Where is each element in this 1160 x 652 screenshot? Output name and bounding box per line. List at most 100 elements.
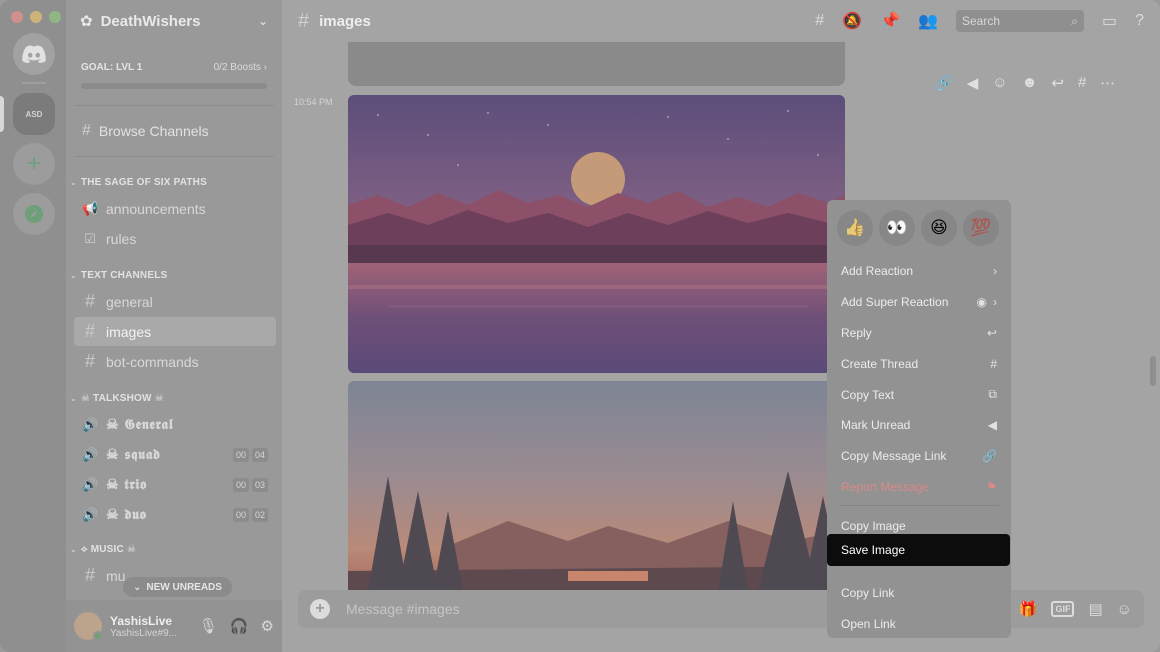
home-button[interactable] <box>13 33 55 75</box>
menu-item-open-link[interactable]: Open Link <box>833 609 1005 640</box>
channel-label: ☠ 𝖉𝖚𝖔 <box>106 506 147 523</box>
main-content: # images # 🔕 📌 👥 Search ⌕ ▭ ? 10:54 PM 🔗… <box>282 0 1160 652</box>
server-rail: ASD + <box>0 0 66 652</box>
voice-channel-general[interactable]: 🔊 ☠ 𝕲𝖊𝖓𝖊𝖗𝖆𝖑 <box>74 410 276 439</box>
boost-goal[interactable]: GOAL: LVL 1 0/2 Boosts › <box>66 42 282 89</box>
flag-icon: ⚑ <box>986 479 997 494</box>
online-status-icon <box>93 631 103 641</box>
server-icon-label: ASD <box>25 109 43 119</box>
voice-channel-trio[interactable]: 🔊 ☠ 𝖙𝖗𝖎𝖔 00 03 <box>74 470 276 499</box>
minimize-window-button[interactable] <box>30 11 42 23</box>
mute-mic-icon[interactable]: 🎙 <box>199 617 218 635</box>
caret-down-icon: ⌄ <box>70 177 77 187</box>
new-unreads-label: NEW UNREADS <box>146 581 222 593</box>
forest-sunset-image <box>348 381 845 591</box>
super-reaction-icon[interactable]: ☻ <box>1022 74 1038 92</box>
new-unreads-button[interactable]: ⌄ NEW UNREADS <box>123 577 232 597</box>
discord-logo-icon <box>22 45 46 63</box>
hash-icon: # <box>84 351 95 371</box>
thread-icon: # <box>990 356 997 371</box>
create-thread-icon[interactable]: # <box>1078 74 1086 92</box>
add-attachment-button[interactable]: + <box>310 599 330 619</box>
image-attachment-mountains[interactable] <box>348 95 845 373</box>
super-reaction-icon: ◉ <box>976 295 987 310</box>
reaction-thumbs-up[interactable]: 👍 <box>837 210 873 246</box>
channel-rules[interactable]: ☑ rules <box>74 224 276 253</box>
menu-item-save-image[interactable]: Save Image <box>827 534 1010 566</box>
gif-button[interactable]: GIF <box>1051 601 1075 617</box>
search-input[interactable]: Search ⌕ <box>955 10 1084 32</box>
link-icon[interactable]: 🔗 <box>934 74 953 92</box>
explore-servers-button[interactable] <box>13 193 55 235</box>
menu-item-copy-message-link[interactable]: Copy Message Link 🔗 <box>833 441 1005 472</box>
category-sage[interactable]: ⌄ THE SAGE OF SIX PATHS <box>66 171 282 193</box>
maximize-window-button[interactable] <box>49 11 61 23</box>
channel-images[interactable]: # images <box>74 317 276 346</box>
menu-item-reply[interactable]: Reply ↩ <box>833 318 1005 349</box>
menu-separator <box>839 505 999 507</box>
search-icon: ⌕ <box>1071 13 1078 28</box>
reply-icon[interactable]: ↩ <box>1051 74 1064 92</box>
user-limit-badge: 00 02 <box>232 507 268 522</box>
category-text-channels[interactable]: ⌄ TEXT CHANNELS <box>66 264 282 286</box>
message-composer[interactable]: + Message #images 🎁 GIF ▤ ☺ <box>298 590 1144 628</box>
gift-icon[interactable]: 🎁 <box>1019 600 1038 618</box>
inbox-icon[interactable]: ▭ <box>1102 11 1117 31</box>
gear-icon[interactable]: ⚙ <box>261 617 274 635</box>
more-options-icon[interactable]: ⋯ <box>1100 74 1115 92</box>
channel-label: announcements <box>106 200 206 217</box>
category-music[interactable]: ⌄ ⟡ MUSIC ☠ <box>66 538 282 560</box>
channel-label: general <box>106 293 153 310</box>
channel-bot-commands[interactable]: # bot-commands <box>74 347 276 376</box>
image-attachment-forest[interactable] <box>348 381 845 591</box>
reaction-eyes[interactable]: 👀 <box>879 210 915 246</box>
menu-item-mark-unread[interactable]: Mark Unread ◀ <box>833 410 1005 441</box>
chevron-down-icon: ⌄ <box>257 14 268 28</box>
user-info[interactable]: YashisLive YashisLive#9... <box>110 614 199 639</box>
help-icon[interactable]: ? <box>1135 12 1144 30</box>
channel-general[interactable]: # general <box>74 287 276 316</box>
category-label: ☠ TALKSHOW ☠ <box>80 392 164 404</box>
quick-reactions: 👍 👀 😆 💯 <box>833 208 1005 256</box>
previous-image-attachment[interactable] <box>348 42 845 86</box>
threads-icon[interactable]: # <box>815 12 824 30</box>
menu-item-add-super-reaction[interactable]: Add Super Reaction ◉ › <box>833 287 1005 318</box>
browse-channels[interactable]: # Browse Channels <box>66 116 282 146</box>
headphones-icon[interactable]: 🎧 <box>230 617 249 635</box>
category-talkshow[interactable]: ⌄ ☠ TALKSHOW ☠ <box>66 387 282 409</box>
menu-item-report-message[interactable]: Report Message ⚑ <box>833 472 1005 503</box>
scrollbar-thumb[interactable] <box>1150 356 1156 386</box>
emoji-icon[interactable]: ☺ <box>1117 601 1132 618</box>
channel-announcements[interactable]: 📢 announcements <box>74 194 276 223</box>
menu-item-copy-text[interactable]: Copy Text ⧉ <box>833 379 1005 410</box>
channel-label: ☠ 𝖙𝖗𝖎𝖔 <box>106 476 147 493</box>
close-window-button[interactable] <box>11 11 23 23</box>
caret-down-icon: ⌄ <box>70 544 77 554</box>
voice-channel-duo[interactable]: 🔊 ☠ 𝖉𝖚𝖔 00 02 <box>74 500 276 529</box>
sticker-icon[interactable]: ▤ <box>1088 600 1102 618</box>
add-reaction-icon[interactable]: ☺ <box>992 74 1007 92</box>
reaction-laughing[interactable]: 😆 <box>921 210 957 246</box>
speaker-icon: 🔊 <box>82 476 99 492</box>
search-placeholder: Search <box>961 14 1000 28</box>
hash-icon: # <box>84 565 95 585</box>
app-window: ASD + ✿ DeathWishers ⌄ GOAL: LVL 1 0/2 B… <box>0 0 1160 652</box>
server-boost-icon: ✿ <box>80 13 93 30</box>
server-icon-deathwishers[interactable]: ASD <box>13 93 55 135</box>
notification-bell-muted-icon[interactable]: 🔕 <box>842 11 862 31</box>
menu-item-copy-link[interactable]: Copy Link <box>833 578 1005 609</box>
server-header[interactable]: ✿ DeathWishers ⌄ <box>66 0 282 42</box>
channel-label: mu <box>106 567 126 584</box>
hash-icon: # <box>298 9 310 32</box>
add-server-button[interactable]: + <box>13 143 55 185</box>
member-list-icon[interactable]: 👥 <box>918 11 938 31</box>
avatar[interactable] <box>74 612 103 641</box>
menu-item-create-thread[interactable]: Create Thread # <box>833 348 1005 379</box>
message-input-placeholder: Message #images <box>346 601 460 617</box>
reaction-100[interactable]: 💯 <box>963 210 999 246</box>
menu-item-add-reaction[interactable]: Add Reaction › <box>833 256 1005 287</box>
pin-icon[interactable]: 📌 <box>880 11 900 31</box>
mark-unread-icon[interactable]: ◀ <box>967 74 979 92</box>
voice-channel-squad[interactable]: 🔊 ☠ 𝖘𝖖𝖚𝖆𝖉 00 04 <box>74 440 276 469</box>
channel-label: ☠ 𝖘𝖖𝖚𝖆𝖉 <box>106 446 161 463</box>
